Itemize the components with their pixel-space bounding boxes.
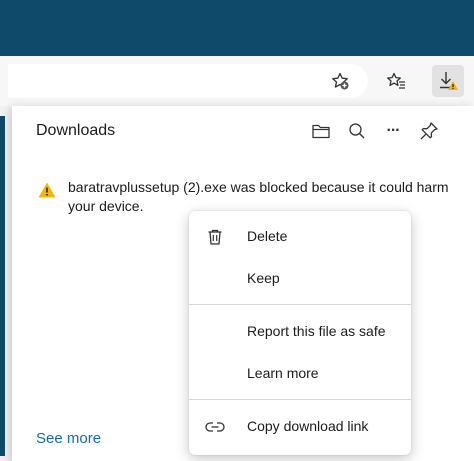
favorites-list-icon (387, 72, 405, 89)
delete-menu-item[interactable]: Delete (189, 217, 411, 257)
keep-label: Keep (247, 270, 280, 286)
open-downloads-folder-button[interactable] (308, 118, 334, 144)
more-options-button[interactable]: ··· (380, 118, 406, 144)
see-more-link[interactable]: See more (36, 430, 101, 447)
search-downloads-button[interactable] (344, 118, 370, 144)
menu-separator (189, 304, 411, 305)
browser-toolbar (0, 56, 474, 106)
add-favorite-button[interactable] (324, 65, 356, 97)
link-icon (203, 415, 227, 439)
learn-more-label: Learn more (247, 365, 319, 381)
copy-link-label: Copy download link (247, 418, 369, 434)
report-safe-label: Report this file as safe (247, 323, 386, 339)
download-warning-icon (440, 72, 458, 90)
copy-download-link-menu-item[interactable]: Copy download link (189, 407, 411, 447)
delete-label: Delete (247, 228, 288, 244)
folder-icon (312, 124, 330, 139)
favorites-button[interactable] (380, 65, 412, 97)
downloads-title: Downloads (36, 122, 116, 139)
report-safe-menu-item[interactable]: Report this file as safe (189, 312, 411, 352)
star-plus-icon (332, 72, 349, 90)
warning-icon (38, 182, 56, 198)
search-icon (349, 123, 365, 139)
more-icon: ··· (386, 122, 401, 139)
learn-more-menu-item[interactable]: Learn more (189, 354, 411, 394)
trash-icon (203, 225, 227, 249)
address-bar[interactable] (8, 64, 368, 98)
browser-title-bar (0, 0, 474, 56)
menu-separator (189, 399, 411, 400)
downloads-button[interactable] (432, 65, 464, 97)
pin-panel-button[interactable] (416, 118, 442, 144)
keep-menu-item[interactable]: Keep (189, 259, 411, 299)
pin-icon (420, 122, 438, 140)
download-context-menu: Delete Keep Report this file as safe Lea… (189, 211, 411, 455)
page-content-accent (0, 116, 5, 456)
page-content-edge (0, 106, 12, 461)
